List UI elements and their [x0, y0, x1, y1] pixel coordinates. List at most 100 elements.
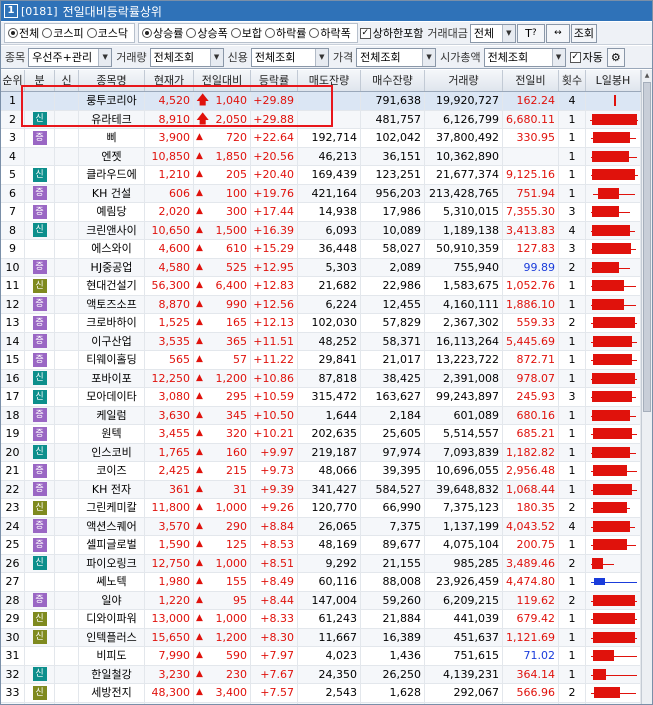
table-row[interactable]: 23 신 그린케미칼 11,800 ▲ 1,000 +9.26 120,770 66,990 7,…	[1, 499, 641, 518]
table-row[interactable]: 11 신 현대건설기 56,300 ▲ 6,400 +12.83 21,682 22,986 1,…	[1, 277, 641, 296]
text-option-button[interactable]: T?	[516, 23, 545, 43]
column-header[interactable]: 매수잔량	[361, 70, 425, 91]
table-row[interactable]: 28 증 일야 1,220 ▲ 95 +8.44 147,004 59,260 6,209,215…	[1, 591, 641, 610]
volume-ratio-cell: 872.71	[503, 351, 559, 369]
buy-remaining-cell: 97,974	[361, 443, 425, 461]
item-filter-value: 우선주+관리	[32, 51, 93, 64]
item-filter-select[interactable]: 우선주+관리 ▼	[28, 47, 113, 67]
table-row[interactable]: 16 신 포바이포 12,250 ▲ 1,200 +10.86 87,818 38,425 2,3…	[1, 369, 641, 388]
settings-arrows-button[interactable]: ↔	[545, 23, 570, 43]
trade-amount-select[interactable]: 전체 ▼	[469, 23, 516, 43]
column-header[interactable]: 순위	[1, 70, 25, 91]
table-row[interactable]: 7 증 예림당 2,020 ▲ 300 +17.44 14,938 17,986 5,310,01…	[1, 203, 641, 222]
column-header[interactable]: 매도잔량	[298, 70, 361, 91]
table-row[interactable]: 29 신 디와이파워 13,000 ▲ 1,000 +8.33 61,243 21,884 441…	[1, 610, 641, 629]
count-cell: 4	[559, 517, 586, 535]
table-row[interactable]: 5 신 클라우드에 1,210 ▲ 205 +20.40 169,439 123,251 21,6…	[1, 166, 641, 185]
window-index[interactable]: 1	[4, 4, 18, 18]
table-row[interactable]: 19 증 원텍 3,455 ▲ 320 +10.21 202,635 25,605 5,514,5…	[1, 425, 641, 444]
table-row[interactable]: 17 신 모아데이타 3,080 ▲ 295 +10.59 315,472 163,627 99,…	[1, 388, 641, 407]
volume-filter-select[interactable]: 전체조회 ▼	[149, 47, 224, 67]
category-badge: 증	[32, 426, 47, 441]
up-triangle-icon: ▲	[196, 169, 203, 179]
daily-candle-cell	[586, 647, 641, 665]
column-header[interactable]: 거래량	[425, 70, 503, 91]
table-row[interactable]: 32 신 한일철강 3,230 ▲ 230 +7.67 24,350 26,250 4,139,2…	[1, 665, 641, 684]
table-row[interactable]: 30 신 인텍플러스 15,650 ▲ 1,200 +8.30 11,667 16,389 451…	[1, 628, 641, 647]
rank-cell: 28	[1, 591, 25, 609]
table-row[interactable]: 2 신 유라테크 8,910 🡅 2,050 +29.88 481,757 6,126,799 6…	[1, 110, 641, 129]
change-radio[interactable]: 보합	[230, 25, 262, 41]
market-radio[interactable]: 코스닥	[86, 25, 128, 41]
sell-remaining-cell: 219,187	[298, 443, 361, 461]
volume-cell: 601,089	[425, 406, 503, 424]
category-cell: 증	[25, 591, 55, 609]
table-row[interactable]: 13 증 크로바하이 1,525 ▲ 165 +12.13 102,030 57,829 2,36…	[1, 314, 641, 333]
category-badge: 신	[32, 500, 47, 515]
column-header[interactable]: 분	[25, 70, 55, 91]
inquiry-button[interactable]: 조회	[570, 23, 597, 43]
table-row[interactable]: 14 증 이구산업 3,535 ▲ 365 +11.51 48,252 58,371 16,113…	[1, 332, 641, 351]
market-radio[interactable]: 전체	[8, 25, 39, 41]
table-row[interactable]: 9 에스와이 4,600 ▲ 610 +15.29 36,448 58,027 50,910,3…	[1, 240, 641, 259]
market-cap-filter-select[interactable]: 전체조회 ▼	[483, 47, 566, 67]
price-cell: 7,990	[145, 647, 194, 665]
rate-cell: +12.95	[251, 258, 298, 276]
table-row[interactable]: 21 증 코이즈 2,425 ▲ 215 +9.73 48,066 39,395 10,696,0…	[1, 462, 641, 481]
count-cell: 2	[559, 499, 586, 517]
table-row[interactable]: 26 신 파이오링크 12,750 ▲ 1,000 +8.51 9,292 21,155 985,…	[1, 554, 641, 573]
sell-remaining-cell: 9,292	[298, 554, 361, 572]
price-cell: 565	[145, 351, 194, 369]
scroll-thumb[interactable]	[643, 82, 651, 412]
stock-name-cell: 현대건설기	[79, 277, 145, 295]
change-value: 320	[226, 427, 247, 440]
table-row[interactable]: 15 증 티웨이홀딩 565 ▲ 57 +11.22 29,841 21,017 13,223,7…	[1, 351, 641, 370]
table-row[interactable]: 1 룽투코리아 4,520 🡅 1,040 +29.89 791,638 19,920,727…	[1, 92, 641, 111]
vertical-scrollbar[interactable]: ▲	[641, 70, 652, 704]
chevron-down-icon: ▼	[209, 48, 223, 66]
table-row[interactable]: 33 신 세방전지 48,300 ▲ 3,400 +7.57 2,543 1,628 292,06…	[1, 684, 641, 703]
table-row[interactable]: 31 비피도 7,990 ▲ 590 +7.97 4,023 1,436 751,615 71.0…	[1, 647, 641, 666]
table-row[interactable]: 25 증 셀피글로벌 1,590 ▲ 125 +8.53 48,169 89,677 4,075,…	[1, 536, 641, 555]
credit-filter-select[interactable]: 전체조회 ▼	[250, 47, 329, 67]
column-header[interactable]: L일봉H	[586, 70, 641, 91]
category-cell: 증	[25, 351, 55, 369]
market-radio[interactable]: 코스피	[42, 25, 84, 41]
category-badge: 신	[32, 685, 47, 700]
price-filter-select[interactable]: 전체조회 ▼	[356, 47, 437, 67]
auto-refresh-checkbox[interactable]: ✓ 자동	[569, 49, 603, 65]
column-header[interactable]: 종목명	[79, 70, 145, 91]
table-row[interactable]: 27 쎄노텍 1,980 ▲ 155 +8.49 60,116 88,008 23,926,45…	[1, 573, 641, 592]
column-header[interactable]: 신	[55, 70, 79, 91]
change-radio[interactable]: 하락률	[265, 25, 306, 41]
change-radio[interactable]: 하락폭	[309, 25, 351, 41]
rank-cell: 1	[1, 92, 25, 110]
table-row[interactable]: 10 증 HJ중공업 4,580 ▲ 525 +12.95 5,303 2,089 755,940…	[1, 258, 641, 277]
change-radio[interactable]: 상승률	[142, 25, 183, 41]
daily-candle-cell	[586, 314, 641, 332]
rate-cell: +12.56	[251, 295, 298, 313]
change-radio[interactable]: 상승폭	[186, 25, 228, 41]
scroll-up-icon[interactable]: ▲	[642, 70, 652, 81]
table-row[interactable]: 3 증 삐 3,900 ▲ 720 +22.64 192,714 102,042 37,800,4…	[1, 129, 641, 148]
category-badge: 증	[32, 463, 47, 478]
column-header[interactable]: 전일대비	[194, 70, 251, 91]
table-row[interactable]: 12 증 액토즈소프 8,870 ▲ 990 +12.56 6,224 12,455 4,160,…	[1, 295, 641, 314]
column-header[interactable]: 등락률	[251, 70, 298, 91]
credit-cell	[55, 684, 79, 702]
column-header[interactable]: 횟수	[559, 70, 586, 91]
table-row[interactable]: 24 증 액션스퀘어 3,570 ▲ 290 +8.84 26,065 7,375 1,137,1…	[1, 517, 641, 536]
count-cell: 1	[559, 647, 586, 665]
column-header[interactable]: 현재가	[145, 70, 194, 91]
table-row[interactable]: 4 엔젯 10,850 ▲ 1,850 +20.56 46,213 36,151 10,362,…	[1, 147, 641, 166]
column-header[interactable]: 전일비	[503, 70, 559, 91]
table-row[interactable]: 22 증 KH 전자 361 ▲ 31 +9.39 341,427 584,527 39,648,…	[1, 480, 641, 499]
upper-limit-checkbox[interactable]: ✓ 상하한포함	[359, 25, 423, 41]
settings-button[interactable]: ⚙	[606, 47, 625, 67]
table-row[interactable]: 6 증 KH 건설 606 ▲ 100 +19.76 421,164 956,203 213,42…	[1, 184, 641, 203]
up-triangle-icon: ▲	[196, 650, 203, 660]
volume-ratio-cell: 685.21	[503, 425, 559, 443]
table-row[interactable]: 8 신 크린앤사이 10,650 ▲ 1,500 +16.39 6,093 10,089 1,18…	[1, 221, 641, 240]
table-row[interactable]: 18 증 케일럼 3,630 ▲ 345 +10.50 1,644 2,184 601,089 68…	[1, 406, 641, 425]
table-row[interactable]: 20 신 인스코비 1,765 ▲ 160 +9.97 219,187 97,974 7,093,…	[1, 443, 641, 462]
